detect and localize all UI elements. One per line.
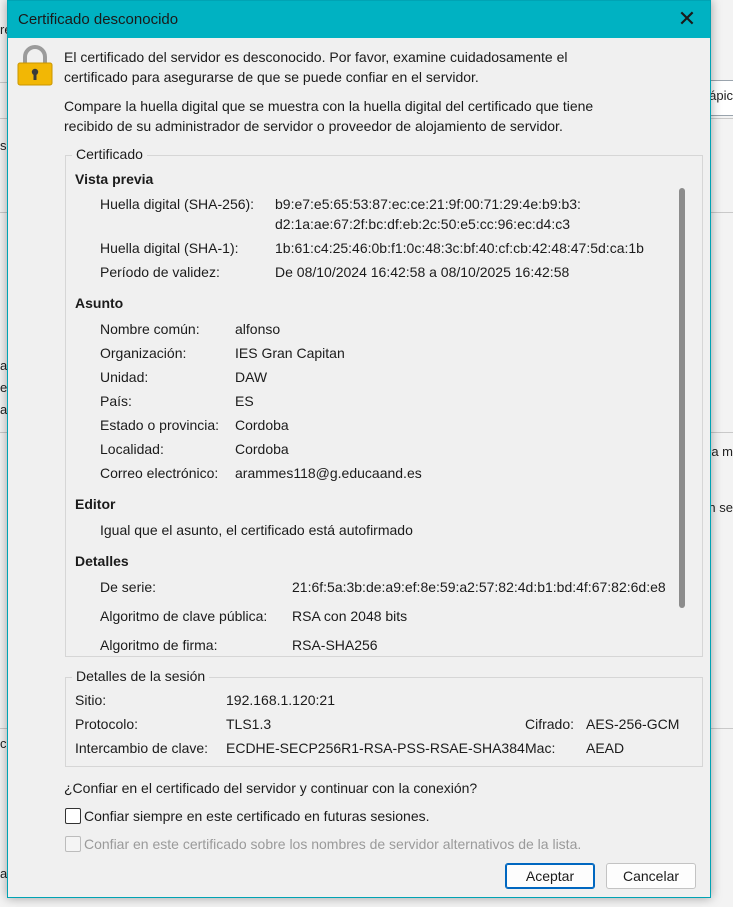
subject-cn-value: alfonso bbox=[235, 321, 281, 337]
sha1-label: Huella digital (SHA-1): bbox=[100, 240, 239, 256]
validity-value: De 08/10/2024 16:42:58 a 08/10/2025 16:4… bbox=[275, 264, 570, 280]
sha256-value-1: b9:e7:e5:65:53:87:ec:ce:21:9f:00:71:29:4… bbox=[275, 196, 581, 212]
sha256-value-2: d2:1a:ae:67:2f:bc:df:eb:2c:50:e5:cc:96:e… bbox=[275, 216, 570, 232]
accept-button[interactable]: Aceptar bbox=[505, 863, 595, 889]
sigalg-label: Algoritmo de firma: bbox=[100, 637, 218, 653]
protocol-value: TLS1.3 bbox=[226, 716, 272, 732]
session-group: Detalles de la sesión Sitio: 192.168.1.1… bbox=[65, 668, 703, 767]
issuer-heading: Editor bbox=[75, 496, 116, 512]
cipher-value: AES-256-GCM bbox=[586, 716, 680, 732]
certificate-group: Certificado Vista previa Huella digital … bbox=[65, 146, 703, 657]
protocol-label: Protocolo: bbox=[75, 716, 139, 732]
subject-locality-label: Localidad: bbox=[100, 441, 164, 457]
cipher-label: Cifrado: bbox=[525, 716, 575, 732]
subject-unit-value: DAW bbox=[235, 369, 268, 385]
site-value: 192.168.1.120:21 bbox=[226, 692, 335, 708]
preview-heading: Vista previa bbox=[75, 171, 154, 187]
alt-names-label: Confiar en este certificado sobre los no… bbox=[84, 836, 582, 852]
details-heading: Detalles bbox=[75, 553, 129, 569]
serial-label: De serie: bbox=[100, 579, 157, 595]
cancel-button[interactable]: Cancelar bbox=[606, 863, 696, 889]
lock-icon bbox=[17, 45, 53, 86]
subject-heading: Asunto bbox=[75, 295, 124, 311]
bg-fragment: c bbox=[0, 736, 7, 751]
sha256-label: Huella digital (SHA-256): bbox=[100, 196, 255, 212]
subject-country-value: ES bbox=[235, 393, 254, 409]
mac-value: AEAD bbox=[586, 740, 625, 756]
subject-cn-label: Nombre común: bbox=[100, 321, 200, 337]
trust-question: ¿Confiar en el certificado del servidor … bbox=[64, 780, 478, 796]
subject-state-label: Estado o provincia: bbox=[100, 417, 220, 433]
serial-value: 21:6f:5a:3b:de:a9:ef:8e:59:a2:57:82:4d:b… bbox=[292, 579, 666, 595]
kex-label: Intercambio de clave: bbox=[75, 740, 209, 756]
subject-email-label: Correo electrónico: bbox=[100, 465, 219, 481]
subject-org-label: Organización: bbox=[100, 345, 187, 361]
bg-fragment: n se bbox=[708, 500, 733, 515]
intro-line: El certificado del servidor es desconoci… bbox=[64, 49, 568, 65]
bg-fragment: s bbox=[0, 138, 7, 153]
subject-unit-label: Unidad: bbox=[100, 369, 149, 385]
compare-text: Compare la huella digital que se muestra… bbox=[64, 96, 684, 136]
close-icon[interactable]: ✕ bbox=[664, 1, 710, 38]
pubkey-label: Algoritmo de clave pública: bbox=[100, 608, 268, 624]
subject-org-value: IES Gran Capitan bbox=[235, 345, 345, 361]
pubkey-value: RSA con 2048 bits bbox=[292, 608, 408, 624]
bg-fragment: ápic bbox=[709, 88, 733, 103]
session-group-label: Detalles de la sesión bbox=[72, 668, 210, 684]
certificate-group-label: Certificado bbox=[72, 146, 147, 162]
subject-email-value: arammes118@g.educaand.es bbox=[235, 465, 422, 481]
intro-text: El certificado del servidor es desconoci… bbox=[64, 47, 684, 87]
mac-label: Mac: bbox=[525, 740, 556, 756]
always-trust-label[interactable]: Confiar siempre en este certificado en f… bbox=[84, 808, 430, 824]
always-trust-checkbox[interactable] bbox=[65, 808, 81, 824]
title-bar: Certificado desconocido ✕ bbox=[8, 1, 710, 38]
subject-country-label: País: bbox=[100, 393, 132, 409]
sigalg-value: RSA-SHA256 bbox=[292, 637, 378, 653]
validity-label: Período de validez: bbox=[100, 264, 220, 280]
issuer-text: Igual que el asunto, el certificado está… bbox=[100, 522, 413, 538]
site-label: Sitio: bbox=[75, 692, 107, 708]
compare-line: recibido de su administrador de servidor… bbox=[64, 118, 563, 134]
sha1-value: 1b:61:c4:25:46:0b:f1:0c:48:3c:bf:40:cf:c… bbox=[275, 240, 644, 256]
kex-value: ECDHE-SECP256R1-RSA-PSS-RSAE-SHA384 bbox=[226, 740, 525, 756]
bg-fragment: a m bbox=[711, 444, 733, 459]
subject-locality-value: Cordoba bbox=[235, 441, 289, 457]
dialog-title: Certificado desconocido bbox=[18, 11, 179, 28]
alt-names-checkbox bbox=[65, 836, 81, 852]
certificate-scroll-area[interactable]: Vista previa Huella digital (SHA-256): b… bbox=[67, 166, 701, 655]
intro-line: certificado para asegurarse de que se pu… bbox=[64, 69, 479, 85]
compare-line: Compare la huella digital que se muestra… bbox=[64, 98, 594, 114]
certificate-scrollbar[interactable] bbox=[679, 188, 685, 608]
subject-state-value: Cordoba bbox=[235, 417, 289, 433]
certificate-dialog: Certificado desconocido ✕ El certificado… bbox=[7, 0, 711, 898]
